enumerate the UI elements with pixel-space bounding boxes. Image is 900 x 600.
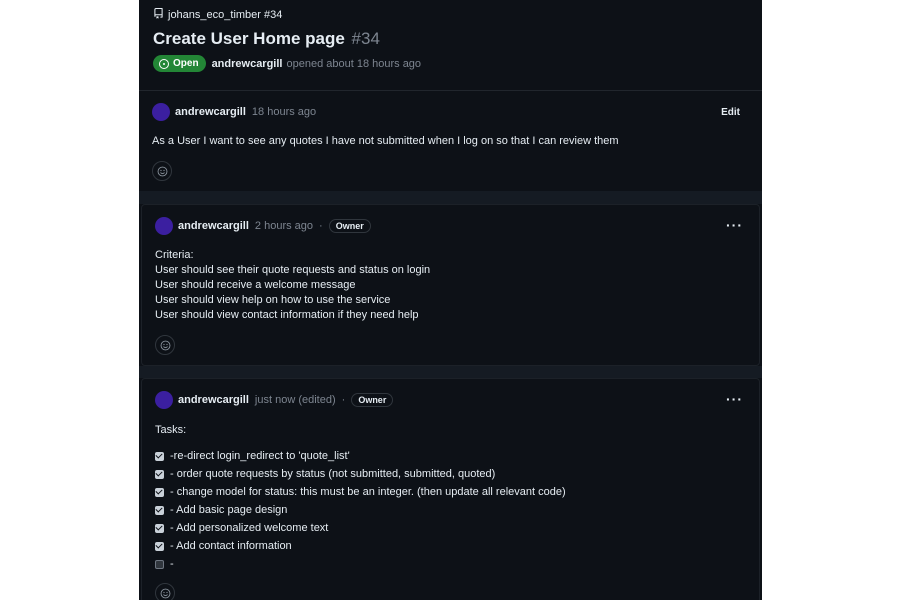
smiley-icon: [157, 166, 167, 176]
comment-3: andrewcargill just now (edited) · Owner …: [141, 378, 760, 600]
comment-time[interactable]: 2 hours ago: [255, 220, 313, 232]
task-label: - Add contact information: [170, 539, 292, 552]
task-label: - change model for status: this must be …: [170, 485, 566, 498]
task-checkbox[interactable]: [155, 469, 164, 479]
comment-header: andrewcargill just now (edited) · Owner: [155, 391, 394, 409]
comment-header: andrewcargill 18 hours ago: [152, 103, 316, 121]
repo-link[interactable]: johans_eco_timber #34: [153, 8, 282, 22]
issue-title-text: Create User Home page: [153, 29, 345, 48]
task-item: -re-direct login_redirect to 'quote_list…: [155, 447, 566, 465]
avatar[interactable]: [152, 103, 170, 121]
body-line: User should receive a welcome message: [155, 279, 356, 291]
owner-badge: Owner: [328, 219, 371, 233]
task-checkbox[interactable]: [155, 487, 164, 497]
task-item: - change model for status: this must be …: [155, 483, 566, 501]
task-item: - Add contact information: [155, 537, 566, 555]
repo-icon: [153, 8, 164, 22]
issue-title: Create User Home page #34: [153, 29, 380, 49]
kebab-icon: ···: [726, 217, 743, 233]
task-item: -: [155, 555, 566, 573]
kebab-icon: ···: [726, 391, 743, 407]
status-label: Open: [173, 58, 199, 69]
comment-author[interactable]: andrewcargill: [178, 394, 249, 406]
body-line: Criteria:: [155, 249, 194, 261]
task-item: - order quote requests by status (not su…: [155, 465, 566, 483]
avatar[interactable]: [155, 217, 173, 235]
issue-number: #34: [351, 29, 380, 48]
task-label: -: [170, 557, 174, 570]
issue-opened-text: opened about 18 hours ago: [286, 57, 422, 70]
body-line: User should view help on how to use the …: [155, 294, 391, 306]
add-reaction-button[interactable]: [152, 161, 172, 181]
tasks-heading: Tasks:: [155, 424, 187, 436]
smiley-icon: [160, 588, 170, 598]
body-line: User should see their quote requests and…: [155, 264, 431, 276]
smiley-icon: [160, 340, 170, 350]
separator-dot: ·: [319, 220, 323, 232]
add-reaction-button[interactable]: [155, 583, 175, 600]
comment-2: andrewcargill 2 hours ago · Owner ··· Cr…: [141, 204, 760, 366]
avatar[interactable]: [155, 391, 173, 409]
task-label: - Add personalized welcome text: [170, 521, 329, 534]
comment-1: andrewcargill 18 hours ago Edit As a Use…: [139, 91, 762, 191]
issue-open-icon: [159, 58, 169, 69]
repo-name[interactable]: johans_eco_timber #34: [168, 9, 282, 21]
task-label: - Add basic page design: [170, 503, 288, 516]
timeline-gap: [139, 191, 762, 204]
task-label: -re-direct login_redirect to 'quote_list…: [170, 449, 350, 462]
timeline-gap: [139, 366, 762, 378]
task-label: - order quote requests by status (not su…: [170, 467, 496, 480]
issue-meta: Open andrewcargill opened about 18 hours…: [153, 55, 421, 72]
comment-author[interactable]: andrewcargill: [178, 220, 249, 232]
status-badge: Open: [153, 55, 206, 72]
task-checkbox[interactable]: [155, 541, 164, 551]
owner-badge: Owner: [351, 393, 394, 407]
task-checkbox[interactable]: [155, 451, 164, 461]
comment-time[interactable]: just now (edited): [255, 394, 336, 406]
comment-body: As a User I want to see any quotes I hav…: [152, 135, 619, 147]
edit-button[interactable]: Edit: [721, 107, 740, 118]
task-checkbox[interactable]: [155, 559, 164, 569]
task-item: - Add basic page design: [155, 501, 566, 519]
task-list: -re-direct login_redirect to 'quote_list…: [155, 447, 566, 573]
add-reaction-button[interactable]: [155, 335, 175, 355]
body-line: User should view contact information if …: [155, 309, 419, 321]
task-item: - Add personalized welcome text: [155, 519, 566, 537]
comment-body: Criteria: User should see their quote re…: [155, 248, 430, 323]
comment-menu-button[interactable]: ···: [726, 217, 743, 233]
separator-dot: ·: [341, 394, 346, 406]
comment-header: andrewcargill 2 hours ago · Owner: [155, 217, 371, 235]
issue-panel: johans_eco_timber #34 Create User Home p…: [139, 0, 762, 600]
task-checkbox[interactable]: [155, 505, 164, 515]
comment-author[interactable]: andrewcargill: [175, 106, 246, 118]
comment-menu-button[interactable]: ···: [726, 391, 743, 407]
comment-time[interactable]: 18 hours ago: [252, 106, 316, 118]
issue-author-link[interactable]: andrewcargill: [212, 58, 283, 70]
task-checkbox[interactable]: [155, 523, 164, 533]
